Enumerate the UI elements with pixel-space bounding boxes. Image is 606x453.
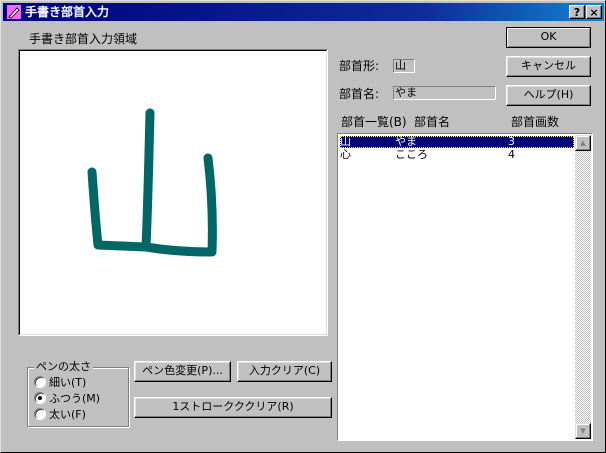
pen-width-title: ペンの太さ [34, 360, 93, 374]
list-header-radicals: 部首一覧(B) [341, 115, 407, 129]
arrow-down-icon[interactable]: ▼ [575, 423, 591, 439]
pen-width-thick-radio[interactable]: 太い(F) [34, 408, 86, 422]
radical-shape-label: 部首形: [339, 59, 380, 73]
radio-normal-label: ふつう(M) [49, 392, 101, 405]
list-item-strokes: 3 [508, 135, 515, 148]
handwriting-strokes [87, 108, 217, 257]
title-bar[interactable]: 手書き部首入力 ? × [3, 3, 604, 21]
radical-name-label: 部首名: [339, 87, 380, 101]
handwriting-radical-dialog: 手書き部首入力 ? × 手書き部首入力領域 ペンの太さ 細い(T) ふつう(M)… [0, 0, 606, 453]
pen-width-thin-radio[interactable]: 細い(T) [34, 376, 86, 390]
radical-shape-field: 山 [393, 59, 415, 73]
list-item[interactable]: 心 こころ 4 [340, 149, 574, 161]
ok-button[interactable]: OK [506, 27, 591, 48]
list-item-radical: 山 [340, 135, 351, 148]
help-button[interactable]: ヘルプ(H) [506, 85, 591, 106]
help-title-button[interactable]: ? [569, 5, 585, 19]
pen-icon [7, 5, 21, 19]
pen-width-normal-radio[interactable]: ふつう(M) [34, 392, 100, 406]
cancel-button[interactable]: キャンセル [506, 56, 591, 77]
list-item[interactable]: 山 やま 3 [340, 136, 574, 148]
window-title: 手書き部首入力 [25, 5, 110, 19]
arrow-up-icon[interactable]: ▲ [575, 135, 591, 151]
radio-thick-label: 太い(F) [49, 408, 86, 421]
radical-name-field: やま [393, 86, 496, 100]
list-item-radical: 心 [340, 148, 351, 161]
radio-normal-icon [34, 392, 46, 404]
radio-thin-label: 細い(T) [49, 376, 87, 389]
list-header-name: 部首名 [414, 115, 451, 129]
list-item-name: やま [395, 135, 417, 148]
canvas-label: 手書き部首入力領域 [29, 32, 138, 46]
pen-color-button[interactable]: ペン色変更(P)... [134, 361, 231, 382]
clear-input-button[interactable]: 入力クリア(C) [237, 361, 332, 382]
radical-list[interactable]: 山 やま 3 心 こころ 4 ▲ ▼ [337, 133, 593, 441]
close-button[interactable]: × [586, 5, 602, 19]
radio-thin-icon [34, 376, 46, 388]
list-item-name: こころ [395, 148, 428, 161]
list-item-strokes: 4 [508, 148, 515, 161]
list-header-strokes: 部首画数 [511, 115, 560, 129]
list-scrollbar[interactable]: ▲ ▼ [575, 135, 591, 439]
handwriting-canvas[interactable] [18, 49, 328, 336]
pen-width-group: ペンの太さ 細い(T) ふつう(M) 太い(F) [27, 360, 129, 427]
radio-thick-icon [34, 408, 46, 420]
clear-stroke-button[interactable]: 1ストロークククリア(R) [134, 397, 332, 418]
